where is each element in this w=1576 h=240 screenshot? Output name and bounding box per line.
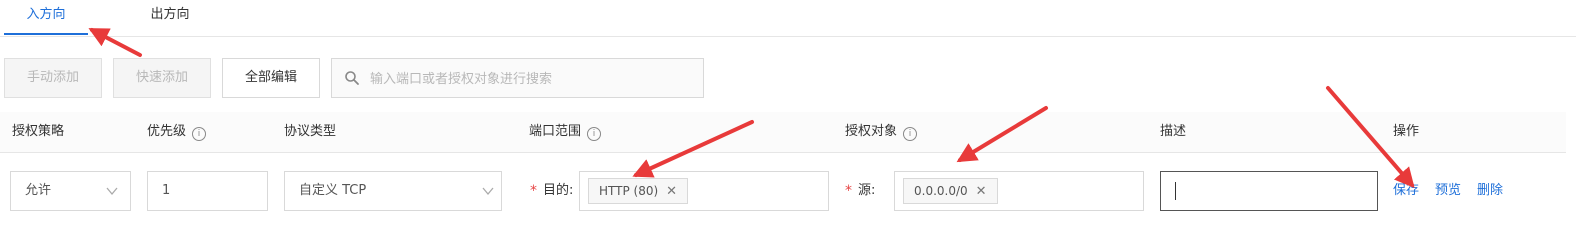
priority-value: 1 — [162, 183, 171, 198]
header-protocol-label: 协议类型 — [284, 124, 337, 139]
text-caret — [1175, 182, 1176, 200]
header-port-range: 端口范围 i — [529, 112, 602, 152]
save-link[interactable]: 保存 — [1393, 171, 1419, 211]
info-icon[interactable]: i — [192, 127, 207, 141]
tabs-divider — [0, 36, 1576, 37]
header-priority: 优先级 i — [147, 112, 207, 152]
close-icon[interactable]: ✕ — [976, 184, 987, 199]
header-priority-label: 优先级 — [147, 124, 187, 139]
protocol-value: 自定义 TCP — [299, 183, 367, 198]
search-input[interactable] — [368, 59, 692, 99]
source-label: 源: — [858, 183, 876, 198]
chevron-down-icon — [482, 187, 494, 196]
destination-label: 目的: — [543, 183, 574, 198]
header-auth-object: 授权对象 i — [845, 112, 918, 152]
active-tab-underline — [4, 33, 88, 35]
header-auth-object-label: 授权对象 — [845, 124, 898, 139]
header-protocol: 协议类型 — [284, 112, 336, 152]
search-box — [331, 58, 704, 99]
search-icon — [345, 71, 359, 85]
header-policy: 授权策略 — [12, 112, 64, 152]
destination-port-input[interactable]: HTTP (80) ✕ — [579, 171, 829, 211]
priority-input[interactable]: 1 — [147, 171, 268, 211]
manual-add-button[interactable]: 手动添加 — [4, 58, 102, 98]
policy-value: 允许 — [25, 183, 52, 198]
info-icon[interactable]: i — [587, 127, 602, 141]
delete-link[interactable]: 删除 — [1477, 171, 1503, 211]
preview-link[interactable]: 预览 — [1435, 171, 1461, 211]
destination-tag-label: HTTP (80) — [599, 184, 659, 198]
source-tag-label: 0.0.0.0/0 — [914, 184, 968, 198]
info-icon[interactable]: i — [903, 127, 918, 141]
header-actions-label: 操作 — [1393, 124, 1420, 139]
protocol-select[interactable]: 自定义 TCP — [284, 171, 502, 211]
header-port-range-label: 端口范围 — [529, 124, 582, 139]
header-actions: 操作 — [1393, 112, 1419, 152]
close-icon[interactable]: ✕ — [666, 184, 677, 199]
header-policy-label: 授权策略 — [12, 124, 65, 139]
policy-select[interactable]: 允许 — [10, 171, 131, 211]
edit-all-button[interactable]: 全部编辑 — [222, 58, 320, 98]
table-header — [0, 112, 1566, 153]
required-mark: * — [530, 183, 537, 199]
quick-add-button[interactable]: 快速添加 — [113, 58, 211, 98]
header-description-label: 描述 — [1160, 124, 1187, 139]
source-object-input[interactable]: 0.0.0.0/0 ✕ — [894, 171, 1144, 211]
required-mark: * — [845, 183, 852, 199]
header-description: 描述 — [1160, 112, 1186, 152]
destination-tag: HTTP (80) ✕ — [588, 178, 689, 204]
chevron-down-icon — [106, 187, 118, 196]
description-input[interactable] — [1160, 171, 1378, 211]
source-tag: 0.0.0.0/0 ✕ — [903, 178, 998, 204]
tab-inbound[interactable]: 入方向 — [6, 0, 86, 36]
tab-outbound[interactable]: 出方向 — [130, 0, 210, 36]
